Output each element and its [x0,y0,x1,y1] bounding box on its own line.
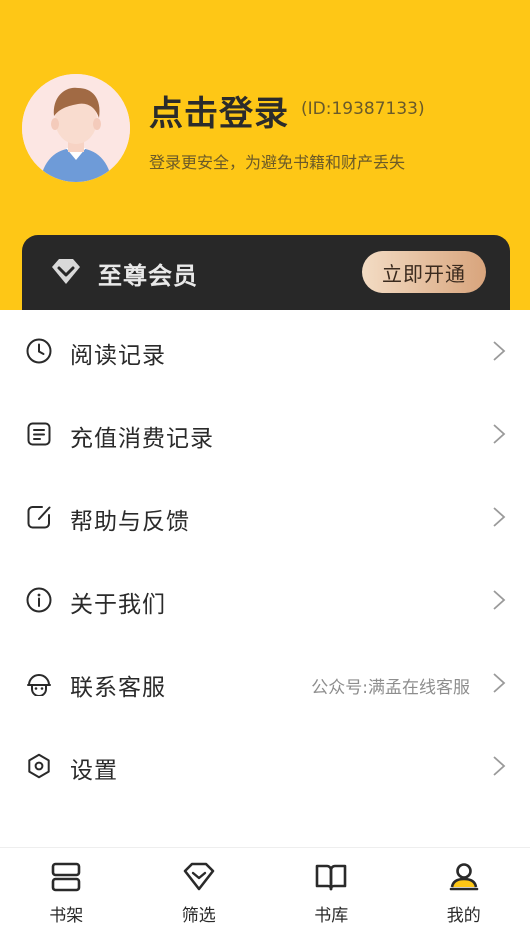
user-id: (ID:19387133) [301,99,425,119]
open-book-icon [315,864,347,891]
menu-item-help-feedback[interactable]: 帮助与反馈 [0,476,530,559]
login-subtitle: 登录更安全，为避免书籍和财产丢失 [149,153,406,172]
chevron-right-icon [493,673,506,693]
menu-item-label: 关于我们 [70,592,166,618]
avatar-illustration-icon [22,74,130,182]
clock-icon [26,338,52,364]
avatar[interactable] [22,74,130,182]
vip-card[interactable]: 至尊会员 立即开通 [22,235,510,310]
menu-list: 阅读记录 充值消费记录 帮助与反馈 关于我们 联系客服 公众号:满孟在线客服 设… [0,310,530,808]
bottom-tab-bar: 书架 筛选 书库 我的 [0,847,530,925]
menu-item-label: 充值消费记录 [70,426,214,452]
tab-label: 我的 [446,906,481,925]
menu-item-label: 阅读记录 [70,343,166,369]
service-account-hint: 公众号:满孟在线客服 [311,678,470,698]
info-icon [26,587,52,613]
profile-icon [449,863,479,891]
chevron-right-icon [493,756,506,776]
tab-library[interactable]: 书库 [265,848,398,925]
menu-item-label: 帮助与反馈 [70,509,190,535]
receipt-icon [27,422,51,446]
activate-vip-button[interactable]: 立即开通 [362,251,486,293]
hexagon-settings-icon [28,753,50,779]
tab-bookshelf[interactable]: 书架 [0,848,133,925]
chevron-right-icon [493,424,506,444]
chevron-right-icon [493,507,506,527]
tab-label: 书库 [314,906,349,925]
bookshelf-icon [51,862,81,892]
menu-item-reading-history[interactable]: 阅读记录 [0,310,530,393]
login-title[interactable]: 点击登录 [149,86,289,135]
diamond-filter-icon [183,862,215,891]
menu-item-recharge-records[interactable]: 充值消费记录 [0,393,530,476]
menu-item-label: 联系客服 [70,675,166,701]
diamond-icon [52,259,80,284]
headset-icon [27,674,51,696]
chevron-right-icon [493,590,506,610]
tab-label: 筛选 [181,906,216,925]
vip-title: 至尊会员 [98,262,198,290]
edit-icon [27,506,51,529]
menu-item-settings[interactable]: 设置 [0,725,530,808]
menu-item-label: 设置 [70,758,118,784]
tab-label: 书架 [49,906,84,925]
menu-item-contact-service[interactable]: 联系客服 公众号:满孟在线客服 [0,642,530,725]
chevron-right-icon [493,341,506,361]
profile-header: 点击登录 (ID:19387133) 登录更安全，为避免书籍和财产丢失 至尊会员… [0,0,530,310]
tab-mine[interactable]: 我的 [398,848,530,925]
tab-filter[interactable]: 筛选 [133,848,266,925]
menu-item-about-us[interactable]: 关于我们 [0,559,530,642]
